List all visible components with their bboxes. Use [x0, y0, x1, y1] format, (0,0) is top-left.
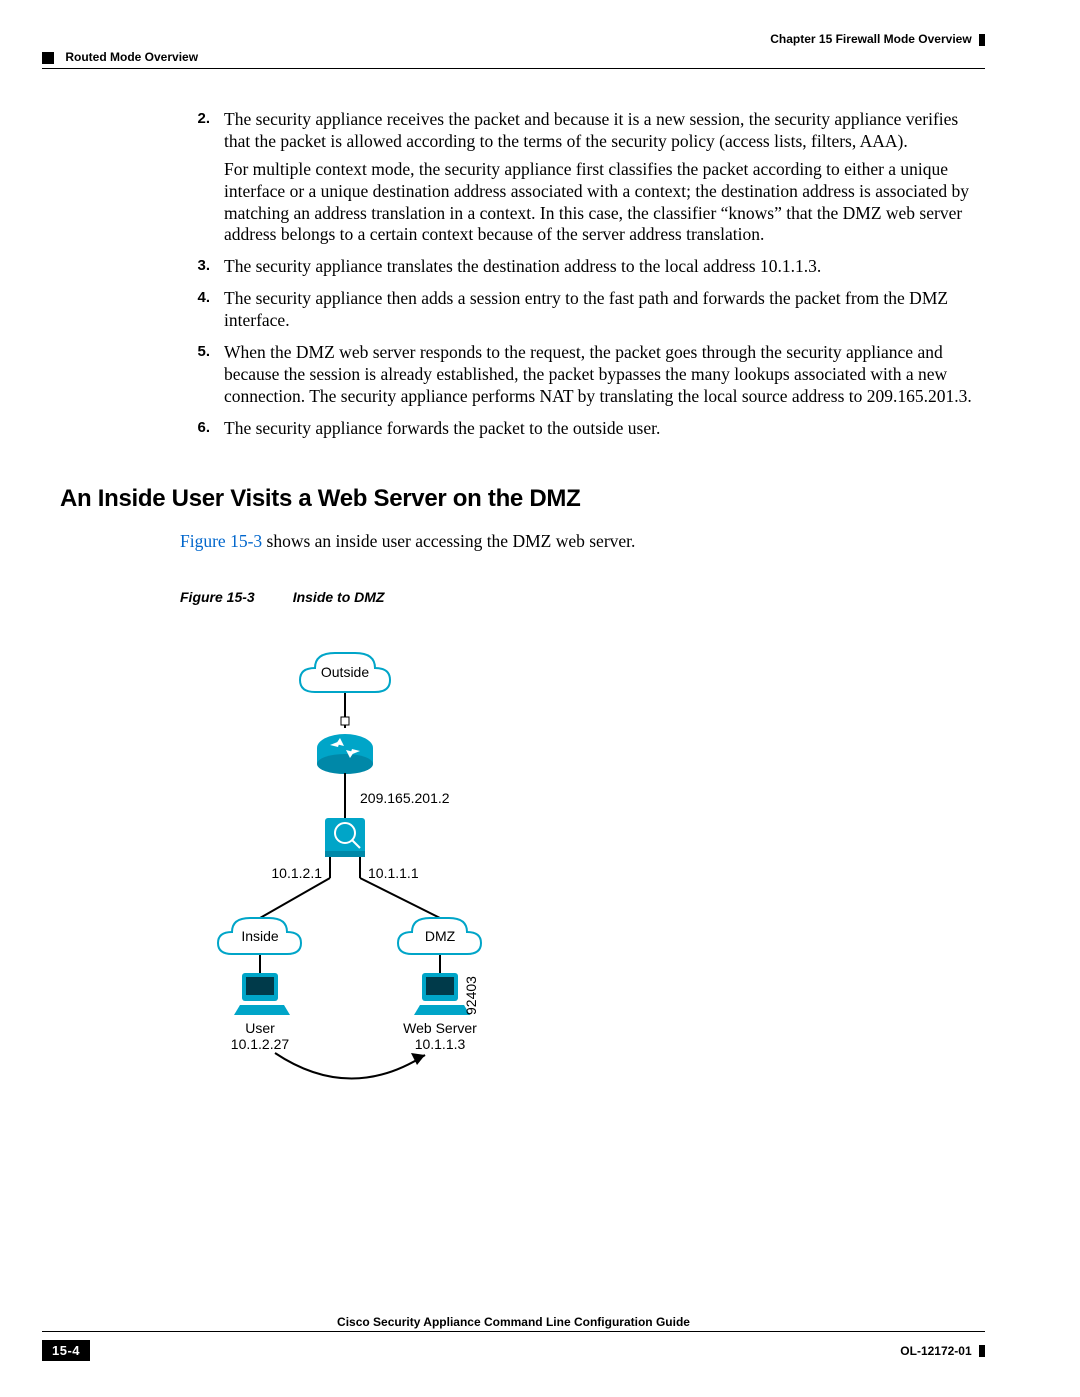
header-square-icon	[42, 52, 54, 64]
header-chapter: Chapter 15 Firewall Mode Overview	[770, 32, 971, 46]
user-label: User	[245, 1020, 275, 1036]
step-number: 4.	[180, 288, 224, 338]
figure-caption: Figure 15-3 Inside to DMZ	[180, 589, 985, 605]
inside-if-label: 10.1.2.1	[271, 865, 322, 881]
doc-id: OL-12172-01	[900, 1344, 971, 1358]
running-header: Chapter 15 Firewall Mode Overview Routed…	[0, 0, 1080, 69]
figure-label: Figure 15-3	[180, 589, 255, 605]
step-number: 5.	[180, 342, 224, 414]
footer-rule	[42, 1331, 985, 1332]
running-footer: Cisco Security Appliance Command Line Co…	[42, 1315, 985, 1361]
keyboard-icon	[234, 1005, 290, 1015]
figure-title: Inside to DMZ	[293, 589, 385, 605]
step-number: 3.	[180, 256, 224, 284]
intro-paragraph: Figure 15-3 shows an inside user accessi…	[180, 531, 985, 553]
link-line	[360, 878, 440, 918]
page-content: 2. The security appliance receives the p…	[0, 109, 1080, 1083]
firewall-base	[325, 851, 365, 857]
footer-doc-title: Cisco Security Appliance Command Line Co…	[42, 1315, 985, 1331]
outside-ip-label: 209.165.201.2	[360, 790, 450, 806]
step-text: The security appliance forwards the pack…	[224, 418, 985, 440]
section-heading: An Inside User Visits a Web Server on th…	[60, 485, 985, 513]
header-section: Routed Mode Overview	[65, 50, 198, 64]
figure-reference-link[interactable]: Figure 15-3	[180, 531, 262, 551]
dmz-if-label: 10.1.1.1	[368, 865, 419, 881]
inside-label: Inside	[241, 928, 279, 944]
dmz-label: DMZ	[425, 928, 456, 944]
step-number: 6.	[180, 418, 224, 446]
step-text: The security appliance then adds a sessi…	[224, 288, 985, 332]
server-ip-label: 10.1.1.3	[415, 1036, 466, 1052]
screen	[426, 977, 454, 995]
step-text: The security appliance receives the pack…	[224, 109, 985, 153]
footer-bar-icon	[979, 1345, 985, 1357]
network-diagram: Outside 209.165.201.2 10.1.2.1 10.1.1.1	[180, 623, 580, 1083]
user-ip-label: 10.1.2.27	[231, 1036, 290, 1052]
step-text: For multiple context mode, the security …	[224, 159, 985, 247]
step-6: 6. The security appliance forwards the p…	[60, 418, 985, 446]
intro-text: shows an inside user accessing the DMZ w…	[262, 531, 635, 551]
step-4: 4. The security appliance then adds a se…	[60, 288, 985, 338]
procedure-list: 2. The security appliance receives the p…	[60, 109, 985, 445]
step-text: The security appliance translates the de…	[224, 256, 985, 278]
step-3: 3. The security appliance translates the…	[60, 256, 985, 284]
flow-arrow	[275, 1053, 425, 1079]
figure-code: 92403	[463, 976, 479, 1015]
keyboard-icon	[414, 1005, 470, 1015]
step-number: 2.	[180, 109, 224, 252]
server-label: Web Server	[403, 1020, 477, 1036]
screen	[246, 977, 274, 995]
connector-icon	[341, 717, 349, 725]
step-5: 5. When the DMZ web server responds to t…	[60, 342, 985, 414]
router-base	[317, 754, 373, 774]
outside-label: Outside	[321, 664, 369, 680]
arrowhead-icon	[411, 1053, 425, 1065]
step-2: 2. The security appliance receives the p…	[60, 109, 985, 252]
header-bar-icon	[979, 34, 985, 46]
header-rule	[42, 68, 985, 69]
step-text: When the DMZ web server responds to the …	[224, 342, 985, 408]
link-line	[260, 878, 330, 918]
page-number-badge: 15-4	[42, 1340, 90, 1361]
